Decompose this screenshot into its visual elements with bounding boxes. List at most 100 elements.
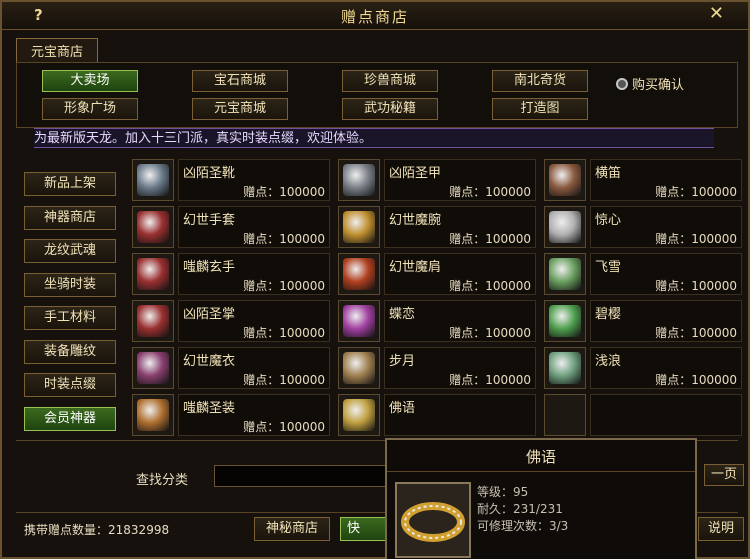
category-button[interactable]: 宝石商城 (192, 70, 288, 92)
category-button[interactable]: 武功秘籍 (342, 98, 438, 120)
close-button[interactable]: ✕ (709, 3, 724, 24)
item-info[interactable]: 凶陌圣靴 赠点：100000 (178, 159, 330, 201)
item-image (343, 352, 375, 384)
necklace-icon[interactable] (338, 300, 380, 342)
category-button[interactable]: 大卖场 (42, 70, 138, 92)
shop-item[interactable]: 幻世手套 赠点：100000 (132, 206, 336, 248)
ring-icon (395, 482, 471, 558)
item-info[interactable]: 幻世魔肩 赠点：100000 (384, 253, 536, 295)
item-info[interactable]: 幻世手套 赠点：100000 (178, 206, 330, 248)
jade-pendant-icon[interactable] (544, 253, 586, 295)
shop-item[interactable]: 蝶恋 赠点：100000 (338, 300, 542, 342)
shop-item[interactable]: 步月 赠点：100000 (338, 347, 542, 389)
mystery-shop-button[interactable]: 神秘商店 (254, 517, 330, 541)
item-name: 幻世魔衣 (183, 354, 236, 369)
next-page-button[interactable]: 一页 (704, 464, 744, 486)
category-button[interactable]: 珍兽商城 (342, 70, 438, 92)
left-nav-button[interactable]: 时装点缀 (24, 373, 116, 397)
flute-icon[interactable] (544, 159, 586, 201)
item-info[interactable]: 横笛 赠点：100000 (590, 159, 742, 201)
item-info[interactable]: 步月 赠点：100000 (384, 347, 536, 389)
item-info[interactable]: 幻世魔衣 赠点：100000 (178, 347, 330, 389)
item-info[interactable]: 飞雪 赠点：100000 (590, 253, 742, 295)
item-price: 赠点：100000 (655, 373, 737, 387)
boots-icon[interactable] (132, 159, 174, 201)
item-name: 凶陌圣靴 (183, 166, 236, 181)
category-button[interactable]: 形象广场 (42, 98, 138, 120)
shop-item[interactable]: 凶陌圣甲 赠点：100000 (338, 159, 542, 201)
left-nav-button[interactable]: 装备雕纹 (24, 339, 116, 364)
robe-icon[interactable] (132, 347, 174, 389)
quick-button[interactable]: 快速： (340, 517, 386, 541)
jade-pendant-icon[interactable] (544, 300, 586, 342)
left-nav-button[interactable]: 手工材料 (24, 306, 116, 330)
empty-item-slot (590, 394, 742, 436)
item-price: 赠点：100000 (243, 185, 325, 199)
shop-item[interactable]: 幻世魔腕 赠点：100000 (338, 206, 542, 248)
item-price: 赠点：100000 (449, 279, 531, 293)
buy-confirm-label: 购买确认 (632, 78, 685, 93)
left-nav-button[interactable]: 坐骑时装 (24, 272, 116, 297)
item-image (137, 164, 169, 196)
shoulder-icon[interactable] (338, 253, 380, 295)
item-name: 嗤麟圣装 (183, 401, 236, 416)
left-nav-button[interactable]: 龙纹武魂 (24, 239, 116, 263)
search-input[interactable] (214, 465, 394, 487)
item-image (549, 164, 581, 196)
shop-item[interactable]: 浅浪 赠点：100000 (544, 347, 748, 389)
item-image (343, 258, 375, 290)
armor-icon[interactable] (338, 159, 380, 201)
gloves-icon[interactable] (132, 300, 174, 342)
item-info[interactable]: 浅浪 赠点：100000 (590, 347, 742, 389)
category-button[interactable]: 元宝商城 (192, 98, 288, 120)
item-price: 赠点：100000 (655, 279, 737, 293)
item-info[interactable]: 惊心赠点：100000 (590, 206, 742, 248)
item-info[interactable]: 碧樱 赠点：100000 (590, 300, 742, 342)
shop-item[interactable]: 飞雪 赠点：100000 (544, 253, 748, 295)
gloves-icon[interactable] (132, 253, 174, 295)
shop-item[interactable]: 嗤麟圣装 赠点：100000 (132, 394, 336, 436)
shop-item[interactable]: 幻世魔肩 赠点：100000 (338, 253, 542, 295)
item-info[interactable]: 佛语 (384, 394, 536, 436)
item-price: 赠点：100000 (655, 232, 737, 246)
points-label: 携带赠点数量： (24, 523, 109, 537)
item-name: 横笛 (595, 166, 622, 181)
left-nav-button[interactable]: 会员神器 (24, 406, 116, 431)
item-info[interactable]: 嗤麟玄手 赠点：100000 (178, 253, 330, 295)
empty-slot-icon[interactable] (544, 394, 586, 436)
item-info[interactable]: 凶陌圣甲 赠点：100000 (384, 159, 536, 201)
shop-item[interactable]: 碧樱 赠点：100000 (544, 300, 748, 342)
armor-icon[interactable] (132, 394, 174, 436)
points-readout: 携带赠点数量：21832998 (24, 521, 169, 538)
tab-yuanbao-shop[interactable]: 元宝商店 (16, 38, 99, 62)
buy-confirm-toggle[interactable]: 购买确认 (616, 74, 684, 93)
belt-icon[interactable] (338, 347, 380, 389)
item-image (549, 211, 581, 243)
explain-button[interactable]: 说明 (698, 517, 744, 541)
left-nav-button[interactable]: 神器商店 (24, 205, 116, 230)
shop-item[interactable]: 幻世魔衣 赠点：100000 (132, 347, 336, 389)
ring-icon[interactable] (544, 206, 586, 248)
shop-item[interactable]: 嗤麟玄手 赠点：100000 (132, 253, 336, 295)
item-image (137, 211, 169, 243)
gloves-icon[interactable] (132, 206, 174, 248)
category-button[interactable]: 南北奇货 (492, 70, 588, 92)
item-info[interactable]: 凶陌圣掌 赠点：100000 (178, 300, 330, 342)
shop-item[interactable] (544, 394, 748, 436)
shop-item[interactable]: 佛语 (338, 394, 542, 436)
item-info[interactable]: 幻世魔腕 赠点：100000 (384, 206, 536, 248)
shop-item[interactable]: 凶陌圣靴 赠点：100000 (132, 159, 336, 201)
shop-item[interactable]: 横笛 赠点：100000 (544, 159, 748, 201)
item-price: 赠点：100000 (243, 420, 325, 434)
bracer-icon[interactable] (338, 206, 380, 248)
tab-strip: 元宝商店 (16, 38, 99, 62)
category-button[interactable]: 打造图 (492, 98, 588, 120)
ring-icon[interactable] (338, 394, 380, 436)
shop-item[interactable]: 凶陌圣掌 赠点：100000 (132, 300, 336, 342)
item-name: 惊心 (595, 213, 622, 228)
item-info[interactable]: 蝶恋 赠点：100000 (384, 300, 536, 342)
jade-pendant-icon[interactable] (544, 347, 586, 389)
left-nav-button[interactable]: 新品上架 (24, 172, 116, 196)
item-info[interactable]: 嗤麟圣装 赠点：100000 (178, 394, 330, 436)
shop-item[interactable]: 惊心赠点：100000 (544, 206, 748, 248)
